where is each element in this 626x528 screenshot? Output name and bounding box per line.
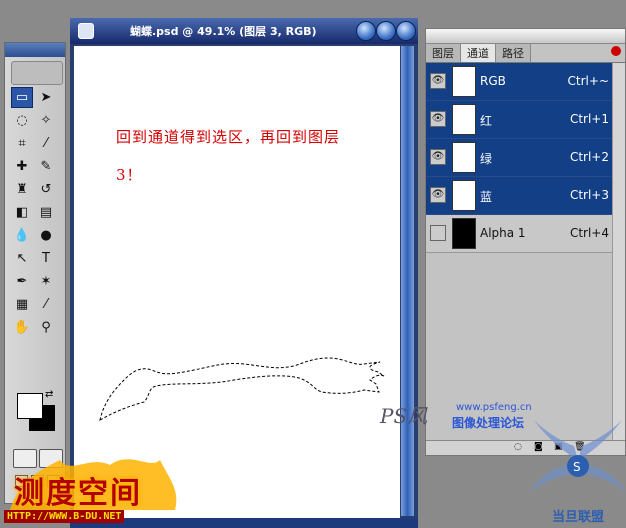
channel-row-alpha-1[interactable]: Alpha 1 Ctrl+4 <box>426 215 623 253</box>
toolbox: ▭ ➤ ◌ ✧ ⌗ ⁄ ✚ ✎ ♜ ↺ ◧ ▤ 💧 ● ↖ T ✒ ✶ ▦ ⁄ … <box>4 42 66 504</box>
vertical-scrollbar[interactable] <box>401 46 414 516</box>
tool-grid: ▭ ➤ ◌ ✧ ⌗ ⁄ ✚ ✎ ♜ ↺ ◧ ▤ 💧 ● ↖ T ✒ ✶ ▦ ⁄ … <box>11 87 59 340</box>
channel-shortcut: Ctrl+1 <box>569 112 609 126</box>
corner-emblem: S 当旦联盟 <box>530 420 626 528</box>
pen-tool-icon[interactable]: ✒ <box>11 271 33 292</box>
close-button[interactable] <box>396 21 416 41</box>
channel-shortcut: Ctrl+2 <box>569 150 609 164</box>
lasso-tool-icon[interactable]: ◌ <box>11 110 33 131</box>
channel-thumbnail <box>452 218 476 249</box>
channel-row-red[interactable]: 👁 红 Ctrl+1 <box>426 101 623 139</box>
channel-name: 绿 <box>480 152 493 166</box>
panel-tabs: 图层 通道 路径 <box>426 44 625 63</box>
eyedropper-tool-icon[interactable]: ⁄ <box>35 294 57 315</box>
marquee-tool-icon[interactable]: ▭ <box>11 87 33 108</box>
channel-name: 红 <box>480 114 493 128</box>
eraser-tool-icon[interactable]: ◧ <box>11 202 33 223</box>
minimize-button[interactable] <box>356 21 376 41</box>
brand-url: HTTP://WWW.B-DU.NET <box>4 510 125 523</box>
type-tool-icon[interactable]: T <box>35 248 57 269</box>
blur-tool-icon[interactable]: 💧 <box>11 225 33 246</box>
channel-shortcut: Ctrl+~ <box>567 74 609 88</box>
eye-icon[interactable]: 👁 <box>430 187 446 203</box>
channel-thumbnail <box>452 66 476 97</box>
channel-row-blue[interactable]: 👁 蓝 Ctrl+3 <box>426 177 623 215</box>
foreground-color-swatch[interactable] <box>17 393 43 419</box>
eye-icon[interactable]: 👁 <box>430 149 446 165</box>
channel-thumbnail <box>452 104 476 135</box>
swap-colors-icon[interactable]: ⇄ <box>45 389 53 400</box>
dodge-tool-icon[interactable]: ● <box>35 225 57 246</box>
gradient-tool-icon[interactable]: ▤ <box>35 202 57 223</box>
svg-text:S: S <box>573 460 581 474</box>
eye-icon[interactable]: 👁 <box>430 73 446 89</box>
notes-tool-icon[interactable]: ▦ <box>11 294 33 315</box>
watermark-site-name: 图像处理论坛 <box>452 416 525 430</box>
channel-name: 蓝 <box>480 190 493 204</box>
channel-shortcut: Ctrl+4 <box>569 226 609 240</box>
clone-stamp-tool-icon[interactable]: ♜ <box>11 179 33 200</box>
shape-tool-icon[interactable]: ✶ <box>35 271 57 292</box>
toolbox-logo-icon <box>11 61 63 85</box>
brush-tool-icon[interactable]: ✎ <box>35 156 57 177</box>
crop-tool-icon[interactable]: ⌗ <box>11 133 33 154</box>
corner-text: 当旦联盟 <box>552 510 605 525</box>
history-brush-tool-icon[interactable]: ↺ <box>35 179 57 200</box>
slice-tool-icon[interactable]: ⁄ <box>35 133 57 154</box>
document-icon <box>78 23 94 39</box>
magic-wand-tool-icon[interactable]: ✧ <box>35 110 57 131</box>
psfeng-logo: PS风 <box>380 404 428 428</box>
visibility-toggle[interactable] <box>430 225 446 241</box>
winged-s-icon: S <box>530 420 626 492</box>
move-tool-icon[interactable]: ➤ <box>35 87 57 108</box>
channel-row-green[interactable]: 👁 绿 Ctrl+2 <box>426 139 623 177</box>
channel-thumbnail <box>452 142 476 173</box>
brand-name: 测度空间 <box>14 476 142 511</box>
document-title: 蝴蝶.psd @ 49.1% (图层 3, RGB) <box>130 25 317 38</box>
channel-row-rgb[interactable]: 👁 RGB Ctrl+~ <box>426 63 623 101</box>
channel-thumbnail <box>452 180 476 211</box>
brand-watermark: 测度空间 HTTP://WWW.B-DU.NET <box>0 450 200 528</box>
channel-name: RGB <box>480 74 506 88</box>
channel-shortcut: Ctrl+3 <box>569 188 609 202</box>
zoom-tool-icon[interactable]: ⚲ <box>35 317 57 338</box>
healing-brush-tool-icon[interactable]: ✚ <box>11 156 33 177</box>
tab-channels[interactable]: 通道 <box>461 44 496 62</box>
path-selection-tool-icon[interactable]: ↖ <box>11 248 33 269</box>
panel-scrollbar[interactable] <box>612 63 625 441</box>
maximize-button[interactable] <box>376 21 396 41</box>
eye-icon[interactable]: 👁 <box>430 111 446 127</box>
watermark-url: www.psfeng.cn <box>456 402 532 413</box>
panel-header <box>426 29 625 44</box>
toolbox-header <box>5 43 65 57</box>
load-selection-icon[interactable]: ◌ <box>514 442 522 452</box>
panel-menu-icon[interactable] <box>611 46 621 56</box>
channel-name: Alpha 1 <box>480 226 526 240</box>
tab-paths[interactable]: 路径 <box>496 44 531 62</box>
channels-panel: 图层 通道 路径 👁 RGB Ctrl+~ 👁 红 Ctrl+1 👁 绿 Ctr… <box>425 28 626 456</box>
tab-layers[interactable]: 图层 <box>426 44 461 62</box>
hand-tool-icon[interactable]: ✋ <box>11 317 33 338</box>
